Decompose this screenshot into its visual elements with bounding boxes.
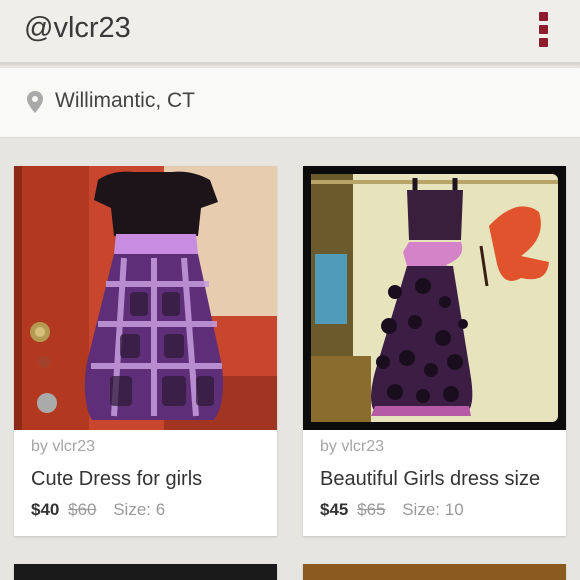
app-bar: @vlcr23	[0, 0, 580, 64]
seller-label: by vlcr23	[320, 438, 385, 455]
original-price: $65	[357, 500, 386, 519]
listing-price: $40	[31, 500, 60, 519]
seller-label: by vlcr23	[31, 438, 96, 455]
listing-title: Beautiful Girls dress size	[320, 468, 541, 490]
listing-card-partial[interactable]	[14, 564, 277, 580]
listing-card[interactable]: by vlcr23 Beautiful Girls dress size $45…	[303, 166, 566, 536]
listing-size: Size: 6	[113, 500, 166, 519]
original-price: $60	[68, 500, 97, 519]
location-text: Willimantic, CT	[55, 89, 195, 112]
listing-photo[interactable]	[14, 564, 277, 580]
location-bar[interactable]: Willimantic, CT	[0, 68, 580, 138]
listing-card[interactable]: by vlcr23 Cute Dress for girls $40 $60 S…	[14, 166, 277, 536]
profile-title: @vlcr23	[24, 12, 131, 44]
listing-photo[interactable]	[303, 166, 566, 430]
listing-photo[interactable]	[14, 166, 277, 430]
location-pin-icon	[27, 91, 43, 113]
listing-meta: $45 $65 Size: 10	[320, 500, 464, 520]
listing-price: $45	[320, 500, 349, 519]
listing-title: Cute Dress for girls	[31, 468, 203, 490]
listing-size: Size: 10	[402, 500, 464, 519]
overflow-menu-icon[interactable]	[532, 8, 556, 48]
listing-meta: $40 $60 Size: 6	[31, 500, 165, 520]
listing-card-partial[interactable]	[303, 564, 566, 580]
listing-photo[interactable]	[303, 564, 566, 580]
